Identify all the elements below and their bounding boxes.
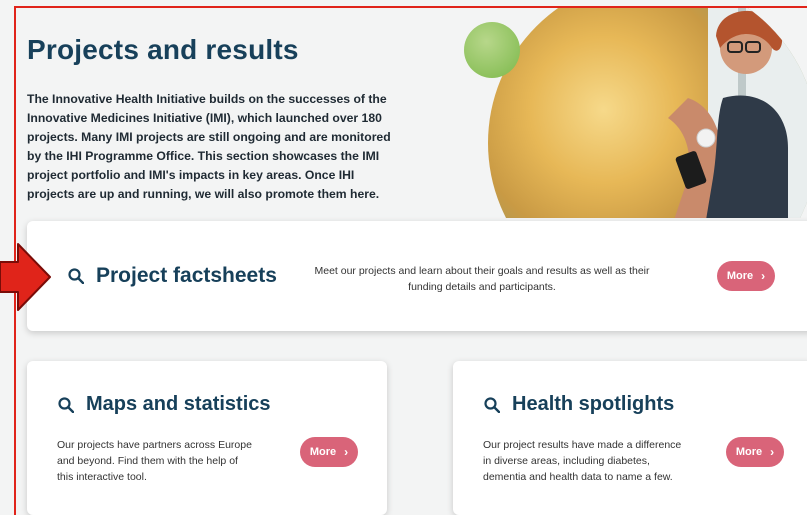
more-button-label: More [735,446,763,458]
red-arrow-icon [0,242,52,312]
maps-statistics-card[interactable]: Maps and statistics Our projects have pa… [27,361,387,515]
health-spotlights-card[interactable]: Health spotlights Our project results ha… [453,361,807,515]
chevron-right-icon: › [344,445,349,459]
intro-text: The Innovative Health Initiative builds … [27,92,391,201]
health-spotlights-more-button[interactable]: More › [726,437,784,467]
project-factsheets-card[interactable]: Project factsheets Meet our projects and… [27,221,807,331]
maps-statistics-title: Maps and statistics [86,393,271,415]
annotation-frame-top [14,6,807,8]
search-icon [484,396,500,413]
hero-image [488,8,807,218]
hero-photo [488,8,807,218]
maps-statistics-description: Our projects have partners across Europe… [57,439,252,483]
search-icon [58,396,74,413]
project-factsheets-more-button[interactable]: More › [717,261,775,291]
health-spotlights-heading[interactable]: Health spotlights [484,393,674,416]
health-spotlights-title: Health spotlights [512,393,675,415]
page-title: Projects and results [27,34,299,65]
search-icon [68,268,84,284]
health-spotlights-description: Our project results have made a differen… [483,439,682,483]
project-factsheets-description: Meet our projects and learn about their … [314,265,650,293]
chevron-right-icon: › [761,269,766,283]
project-factsheets-heading[interactable]: Project factsheets [68,264,277,288]
maps-statistics-more-button[interactable]: More › [300,437,358,467]
more-button-label: More [726,270,754,282]
decorative-green-circle [464,22,520,78]
maps-statistics-heading[interactable]: Maps and statistics [58,393,271,416]
chevron-right-icon: › [770,445,775,459]
project-factsheets-title: Project factsheets [96,264,277,287]
more-button-label: More [309,446,337,458]
